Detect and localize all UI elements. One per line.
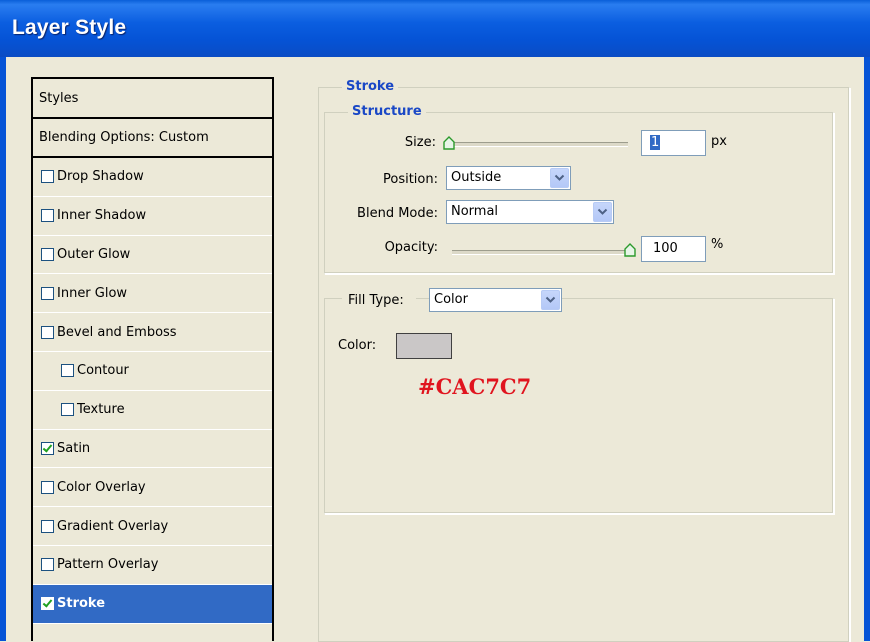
opacity-input[interactable]: 100 bbox=[641, 236, 706, 262]
style-item-label: Pattern Overlay bbox=[57, 557, 159, 573]
style-item-label: Outer Glow bbox=[57, 246, 131, 262]
fill-type-value: Color bbox=[434, 292, 468, 307]
style-checkbox[interactable] bbox=[41, 325, 54, 339]
style-checkbox[interactable] bbox=[41, 286, 54, 300]
window-title: Layer Style bbox=[12, 16, 127, 39]
styles-header[interactable]: Styles bbox=[33, 79, 272, 119]
style-item-contour[interactable]: Contour bbox=[33, 352, 272, 391]
style-checkbox[interactable] bbox=[61, 403, 74, 417]
style-item-label: Stroke bbox=[57, 596, 106, 612]
style-checkbox[interactable] bbox=[41, 209, 54, 223]
size-slider-track[interactable] bbox=[448, 142, 628, 147]
style-item-label: Drop Shadow bbox=[57, 169, 144, 185]
style-checkbox[interactable] bbox=[41, 170, 54, 184]
color-swatch[interactable] bbox=[396, 333, 452, 359]
style-item-label: Bevel and Emboss bbox=[57, 324, 177, 340]
style-checkbox[interactable] bbox=[41, 519, 54, 533]
style-item-pattern-overlay[interactable]: Pattern Overlay bbox=[33, 546, 272, 585]
style-item-inner-shadow[interactable]: Inner Shadow bbox=[33, 197, 272, 236]
position-label: Position: bbox=[383, 172, 438, 187]
size-unit: px bbox=[711, 134, 727, 149]
style-item-label: Texture bbox=[77, 402, 125, 418]
styles-header-label: Styles bbox=[39, 90, 79, 106]
style-item-label: Inner Shadow bbox=[57, 208, 147, 224]
fill-type-legend: Fill Type: bbox=[342, 288, 416, 312]
position-value: Outside bbox=[451, 170, 502, 185]
fill-type-select[interactable]: Color bbox=[429, 288, 562, 312]
chevron-down-icon[interactable] bbox=[593, 202, 612, 222]
style-item-label: Contour bbox=[77, 363, 129, 379]
blending-options-label: Blending Options: Custom bbox=[39, 130, 209, 145]
blend-mode-value: Normal bbox=[451, 204, 499, 219]
color-label: Color: bbox=[338, 338, 377, 353]
style-item-texture[interactable]: Texture bbox=[33, 391, 272, 430]
style-item-stroke[interactable]: Stroke bbox=[33, 584, 272, 624]
size-value: 1 bbox=[650, 135, 661, 150]
window-frame-left bbox=[0, 57, 6, 641]
size-slider-thumb[interactable] bbox=[443, 136, 455, 150]
opacity-slider-thumb[interactable] bbox=[624, 243, 636, 257]
style-item-label: Gradient Overlay bbox=[57, 518, 169, 534]
opacity-unit: % bbox=[711, 237, 724, 252]
style-checkbox[interactable] bbox=[41, 247, 54, 261]
style-checkbox[interactable] bbox=[41, 597, 54, 611]
opacity-label: Opacity: bbox=[384, 240, 438, 255]
chevron-down-icon[interactable] bbox=[541, 290, 560, 310]
style-checkbox[interactable] bbox=[41, 480, 54, 494]
style-item-satin[interactable]: Satin bbox=[33, 430, 272, 469]
style-item-drop-shadow[interactable]: Drop Shadow bbox=[33, 158, 272, 197]
opacity-slider-track[interactable] bbox=[452, 250, 628, 255]
style-checkbox[interactable] bbox=[41, 558, 54, 572]
window-frame-right bbox=[864, 57, 870, 641]
hex-annotation: #CAC7C7 bbox=[418, 374, 532, 399]
blend-mode-select[interactable]: Normal bbox=[446, 200, 614, 224]
chevron-down-icon[interactable] bbox=[550, 168, 569, 188]
structure-legend: Structure bbox=[348, 104, 426, 119]
style-checkbox[interactable] bbox=[61, 364, 74, 378]
stroke-legend: Stroke bbox=[342, 79, 399, 94]
style-item-label: Color Overlay bbox=[57, 479, 146, 495]
blend-mode-label: Blend Mode: bbox=[357, 206, 438, 221]
fill-type-label: Fill Type: bbox=[348, 292, 404, 308]
style-item-inner-glow[interactable]: Inner Glow bbox=[33, 274, 272, 314]
styles-list: Styles Blending Options: Custom Drop Sha… bbox=[31, 77, 274, 641]
size-input[interactable]: 1 bbox=[641, 130, 706, 156]
title-bar[interactable]: Layer Style bbox=[0, 0, 870, 57]
style-checkbox[interactable] bbox=[41, 441, 54, 455]
blending-options-item[interactable]: Blending Options: Custom bbox=[33, 119, 272, 158]
style-item-label: Satin bbox=[57, 440, 91, 456]
style-item-color-overlay[interactable]: Color Overlay bbox=[33, 468, 272, 508]
fill-group bbox=[324, 298, 834, 514]
style-item-bevel-and-emboss[interactable]: Bevel and Emboss bbox=[33, 313, 272, 352]
position-select[interactable]: Outside bbox=[446, 166, 571, 190]
style-item-outer-glow[interactable]: Outer Glow bbox=[33, 236, 272, 275]
style-item-label: Inner Glow bbox=[57, 285, 128, 301]
style-item-gradient-overlay[interactable]: Gradient Overlay bbox=[33, 507, 272, 546]
size-label: Size: bbox=[404, 135, 436, 150]
